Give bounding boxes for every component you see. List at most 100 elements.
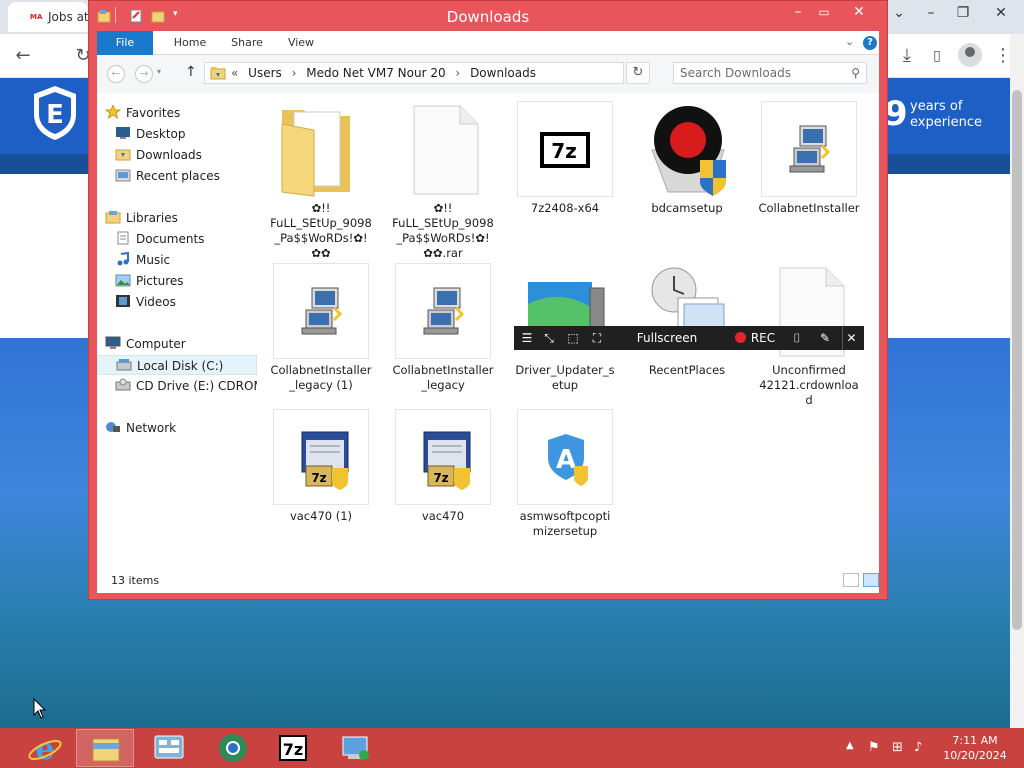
sidebar-item-label: Favorites bbox=[126, 106, 181, 120]
browser-tab[interactable]: MA Jobs at E bbox=[8, 2, 88, 32]
tab-share[interactable]: Share bbox=[219, 31, 275, 55]
shrink-icon[interactable]: ⤡ bbox=[540, 326, 558, 350]
file-name: asmwsoftpcopti mizersetup bbox=[519, 509, 611, 538]
minimize-icon[interactable]: – bbox=[914, 0, 948, 28]
breadcrumb-users[interactable]: Users bbox=[248, 66, 282, 80]
tab-view[interactable]: View bbox=[275, 31, 327, 55]
file-name: 7z2408-x64 bbox=[530, 201, 600, 215]
sidebar-item-network[interactable]: Network bbox=[97, 418, 257, 438]
file-item[interactable]: Aasmwsoftpcopti mizersetup bbox=[506, 409, 624, 539]
region-icon[interactable]: ⬚ bbox=[564, 326, 582, 350]
network-tray-icon[interactable]: ⊞ bbox=[892, 740, 903, 755]
expand-ribbon-icon[interactable]: ⌄ bbox=[845, 35, 854, 48]
bdcam-icon bbox=[639, 101, 735, 197]
breadcrumb-overflow[interactable]: « bbox=[231, 66, 238, 80]
search-box[interactable]: ⚲ bbox=[673, 62, 867, 84]
file-item[interactable]: ✿!! FuLL_SEtUp_9098 _Pa$$WoRDs!✿! ✿✿ bbox=[262, 101, 380, 261]
close-icon[interactable]: ✕ bbox=[984, 0, 1018, 28]
file-item[interactable]: bdcamsetup bbox=[628, 101, 746, 216]
restore-icon[interactable]: ❐ bbox=[946, 0, 980, 28]
breadcrumb-user[interactable]: Medo Net VM7 Nour 20 bbox=[306, 66, 445, 80]
help-icon[interactable]: ? bbox=[863, 36, 877, 50]
tab-file[interactable]: File bbox=[97, 31, 153, 55]
chrome-icon[interactable] bbox=[204, 729, 262, 767]
side-panel-icon[interactable]: ▯ bbox=[924, 43, 950, 69]
years-experience: years of experience bbox=[910, 99, 982, 131]
folder-icon bbox=[273, 101, 369, 197]
ie-icon[interactable]: e bbox=[16, 729, 74, 767]
flag-icon[interactable]: ⚑ bbox=[868, 740, 880, 755]
clock[interactable]: 7:11 AM 10/20/2024 bbox=[940, 733, 1010, 763]
file-item[interactable]: RecentPlaces bbox=[628, 263, 746, 378]
libraries-icon bbox=[105, 211, 121, 224]
details-view-icon[interactable] bbox=[843, 573, 859, 587]
address-bar[interactable]: « Users › Medo Net VM7 Nour 20 › Downloa… bbox=[204, 62, 720, 84]
sidebar-item-music[interactable]: Music bbox=[97, 250, 257, 270]
installer-icon bbox=[395, 263, 491, 359]
recent-locations-icon[interactable]: ▾ bbox=[157, 67, 161, 76]
close-icon[interactable]: ✕ bbox=[837, 1, 881, 23]
file-name: vac470 bbox=[421, 509, 465, 523]
large-icons-view-icon[interactable] bbox=[863, 573, 879, 587]
download-icon[interactable]: ⤓ bbox=[894, 43, 920, 69]
forward-icon[interactable]: → bbox=[135, 65, 153, 83]
years-line-2: experience bbox=[910, 115, 983, 130]
show-hidden-icons-icon[interactable]: ▲ bbox=[846, 740, 854, 751]
file-item[interactable]: 7z vac470 bbox=[384, 409, 502, 524]
volume-icon[interactable]: ♪ bbox=[914, 740, 922, 755]
browser-scroll-thumb[interactable] bbox=[1012, 90, 1022, 630]
browser-tab-title: Jobs at E bbox=[48, 10, 88, 24]
back-icon[interactable]: ← bbox=[10, 43, 36, 69]
back-icon[interactable]: ← bbox=[107, 65, 125, 83]
svg-text:7z: 7z bbox=[551, 139, 577, 163]
profile-avatar[interactable] bbox=[958, 43, 982, 67]
setup-box-icon: 7z bbox=[395, 409, 491, 505]
maximize-icon[interactable]: ▭ bbox=[809, 1, 839, 23]
sidebar-item-computer[interactable]: Computer bbox=[97, 334, 257, 354]
chevron-right-icon[interactable]: › bbox=[292, 66, 297, 80]
chevron-right-icon[interactable]: › bbox=[455, 66, 460, 80]
network-share-icon[interactable] bbox=[326, 729, 384, 767]
site-logo-shield-icon[interactable]: E bbox=[32, 84, 78, 142]
tab-home[interactable]: Home bbox=[161, 31, 219, 55]
file-item[interactable]: 7z 7z2408-x64 bbox=[506, 101, 624, 216]
sidebar-item-videos[interactable]: Videos bbox=[97, 292, 257, 312]
menu-icon[interactable]: ☰ bbox=[518, 326, 536, 350]
file-item[interactable]: CollabnetInstaller bbox=[750, 101, 868, 216]
breadcrumb-downloads[interactable]: Downloads bbox=[470, 66, 536, 80]
sidebar-item-libraries[interactable]: Libraries bbox=[97, 208, 257, 228]
refresh-icon[interactable]: ↻ bbox=[626, 62, 650, 84]
ribbon: File Home Share View ⌄ ? bbox=[97, 31, 879, 55]
svg-text:7z: 7z bbox=[283, 740, 303, 759]
asmw-icon: A bbox=[517, 409, 613, 505]
up-arrow-icon[interactable]: ↑ bbox=[185, 64, 197, 80]
sidebar-item-local-disk-c[interactable]: Local Disk (C:) bbox=[97, 355, 257, 375]
sidebar-item-cd-drive-e-cdrom[interactable]: CD Drive (E:) CDROM bbox=[97, 376, 257, 396]
item-count: 13 items bbox=[111, 574, 160, 587]
rec-button[interactable]: REC bbox=[730, 326, 780, 350]
file-item[interactable]: CollabnetInstaller _legacy bbox=[384, 263, 502, 393]
7zip-icon[interactable]: 7z bbox=[264, 729, 322, 767]
sidebar-item-pictures[interactable]: Pictures bbox=[97, 271, 257, 291]
file-explorer-icon[interactable] bbox=[76, 729, 134, 767]
file-name: vac470 (1) bbox=[289, 509, 353, 523]
folder-icon bbox=[210, 67, 226, 80]
explorer-titlebar[interactable]: ▾ Downloads – ▭ ✕ bbox=[89, 1, 887, 31]
server-manager-icon[interactable] bbox=[140, 729, 198, 767]
recorder-toolbar: ☰ ⤡ ⬚ ⛶ Fullscreen REC ⌷ ✎ ✕ bbox=[514, 326, 864, 350]
sidebar-item-recent-places[interactable]: Recent places bbox=[97, 166, 257, 186]
sidebar-item-documents[interactable]: Documents bbox=[97, 229, 257, 249]
sidebar-item-desktop[interactable]: Desktop bbox=[97, 124, 257, 144]
camera-icon[interactable]: ⌷ bbox=[786, 326, 808, 350]
file-item[interactable]: ✿!! FuLL_SEtUp_9098 _Pa$$WoRDs!✿! ✿✿.rar bbox=[384, 101, 502, 261]
sidebar-item-favorites[interactable]: Favorites bbox=[97, 103, 257, 123]
file-item[interactable]: 7z vac470 (1) bbox=[262, 409, 380, 524]
crop-icon[interactable]: ⛶ bbox=[588, 326, 606, 350]
pencil-icon[interactable]: ✎ bbox=[814, 326, 836, 350]
sidebar-item-downloads[interactable]: Downloads bbox=[97, 145, 257, 165]
file-item[interactable]: CollabnetInstaller _legacy (1) bbox=[262, 263, 380, 393]
search-icon[interactable]: ⚲ bbox=[851, 66, 860, 80]
close-icon[interactable]: ✕ bbox=[842, 326, 860, 350]
fullscreen-label[interactable]: Fullscreen bbox=[632, 326, 702, 350]
search-input[interactable] bbox=[680, 64, 840, 82]
